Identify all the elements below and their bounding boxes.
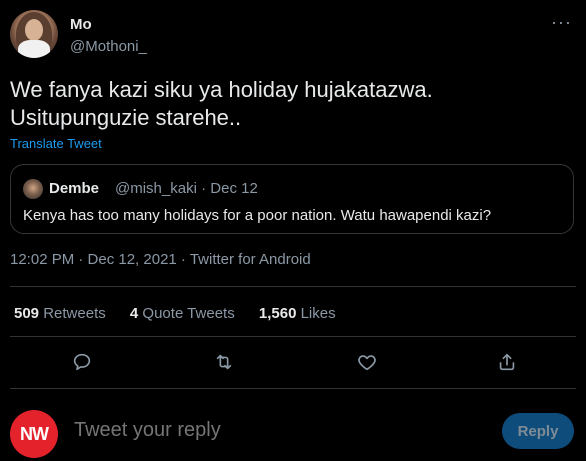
quote-tweets-label: Quote Tweets: [142, 305, 235, 322]
likes-label: Likes: [300, 305, 336, 322]
author-name[interactable]: Mo: [70, 16, 92, 33]
like-icon: [358, 355, 376, 371]
quoted-author-meta: @mish_kaki · Dec 12: [115, 180, 258, 197]
engagement-stats: 509 Retweets 4 Quote Tweets 1,560 Likes: [14, 305, 356, 322]
quoted-author-avatar: [23, 179, 43, 199]
tweet-timestamp[interactable]: 12:02 PM · Dec 12, 2021 · Twitter for An…: [10, 251, 311, 268]
reply-button[interactable]: Reply: [502, 413, 574, 449]
avatar-face: [25, 19, 43, 41]
reply-composer: NW Reply: [10, 402, 576, 458]
tweet-header: Mo @Mothoni_ ···: [10, 10, 576, 62]
tweet-text: We fanya kazi siku ya holiday hujakatazw…: [10, 77, 433, 130]
retweets-count: 509: [14, 305, 40, 322]
reply-action[interactable]: [66, 346, 98, 378]
quoted-author-name: Dembe: [49, 180, 100, 197]
author-handle[interactable]: @Mothoni_: [70, 38, 147, 55]
retweets-label: Retweets: [43, 305, 106, 322]
quoted-author-handle: @mish_kaki: [115, 180, 197, 197]
quoted-tweet-text: Kenya has too many holidays for a poor n…: [23, 207, 492, 224]
retweet-action[interactable]: [208, 346, 240, 378]
share-action[interactable]: [491, 346, 523, 378]
reply-icon: [73, 353, 91, 371]
quote-tweets-stat[interactable]: 4 Quote Tweets: [130, 305, 235, 322]
action-bar: [10, 346, 576, 378]
current-user-avatar[interactable]: NW: [10, 410, 58, 458]
divider-bottom: [10, 388, 576, 389]
divider-top: [10, 286, 576, 287]
more-options-icon[interactable]: ···: [551, 13, 572, 31]
likes-stat[interactable]: 1,560 Likes: [259, 305, 336, 322]
retweet-icon: [216, 354, 232, 370]
avatar-body: [18, 40, 50, 58]
likes-count: 1,560: [258, 305, 297, 322]
like-action[interactable]: [351, 346, 383, 378]
reply-input[interactable]: [72, 418, 476, 443]
retweets-stat[interactable]: 509 Retweets: [14, 305, 106, 322]
divider-middle: [10, 336, 576, 337]
quote-tweets-count: 4: [129, 305, 139, 322]
translate-tweet-link[interactable]: Translate Tweet: [10, 136, 102, 151]
meta-separator: ·: [201, 180, 211, 197]
quoted-tweet[interactable]: Dembe @mish_kaki · Dec 12 Kenya has too …: [10, 164, 574, 234]
author-avatar[interactable]: [10, 10, 58, 58]
share-icon: [499, 353, 515, 371]
quoted-tweet-date: Dec 12: [210, 180, 258, 197]
